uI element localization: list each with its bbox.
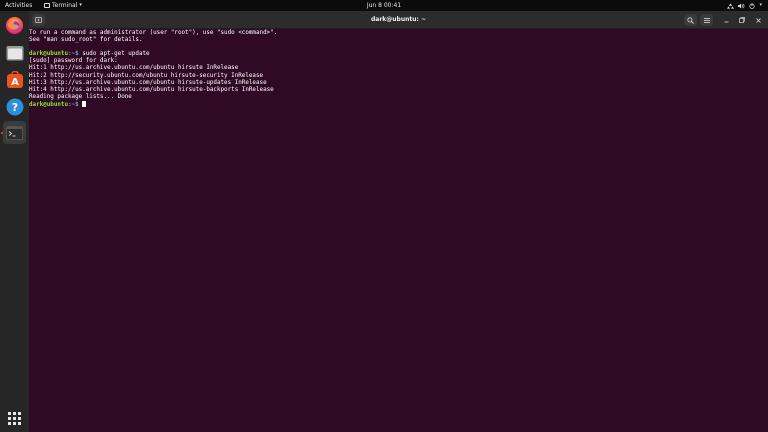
chevron-down-icon: ▾ [759,2,762,8]
files-icon [6,45,23,60]
dock-item-software[interactable]: A [3,68,26,91]
minimize-button[interactable] [720,14,732,26]
prompt-user: dark@ubuntu [29,51,69,58]
terminal-line: Reading package lists... Done [29,93,132,100]
terminal-window: dark@ubuntu: ~ To run a command as admin… [29,11,768,432]
running-indicator [1,132,3,134]
terminal-app-icon [44,3,50,8]
close-button[interactable] [752,14,764,26]
prompt-user: dark@ubuntu [29,101,69,108]
dock: A ? [0,11,29,432]
prompt-path: :~$ [68,101,79,108]
terminal-line: dark@ubuntu:~$ sudo apt-get update [29,51,768,58]
maximize-button[interactable] [736,14,748,26]
header-bar[interactable]: dark@ubuntu: ~ [29,11,768,29]
text-cursor [82,100,86,107]
terminal-line: Hit:3 http://us.archive.ubuntu.com/ubunt… [29,79,267,86]
search-button[interactable] [684,14,697,26]
dock-item-files[interactable] [3,41,26,64]
terminal-line: Hit:4 http://us.archive.ubuntu.com/ubunt… [29,86,274,93]
terminal-line: Hit:1 http://us.archive.ubuntu.com/ubunt… [29,65,239,72]
menu-button[interactable] [700,14,713,26]
chevron-down-icon: ▾ [79,2,82,8]
scrollbar[interactable] [763,29,768,432]
terminal-line: Hit:2 http://security.ubuntu.com/ubuntu … [29,72,264,79]
terminal-output[interactable]: To run a command as administrator (user … [29,29,768,432]
activities-button[interactable]: Activities [5,1,32,10]
terminal-icon [6,125,23,140]
dock-item-show-applications[interactable] [3,407,26,430]
terminal-line: [sudo] password for dark: [29,58,118,65]
svg-text:A: A [11,77,19,88]
clock[interactable]: Jun 8 00:41 [367,2,401,9]
firefox-icon [5,16,24,35]
dock-item-firefox[interactable] [3,14,26,37]
terminal-line: See "man sudo_root" for details. [29,37,143,44]
app-grid-icon [8,412,21,425]
system-tray[interactable]: ▾ [727,0,762,11]
terminal-line: dark@ubuntu:~$ [29,100,768,108]
hamburger-icon [703,17,710,23]
minimize-icon [724,21,728,22]
app-menu-label: Terminal [52,2,78,9]
dock-item-help[interactable]: ? [3,95,26,118]
software-icon: A [6,70,23,88]
command-text: sudo apt-get update [78,51,150,58]
prompt-path: :~$ [68,51,79,58]
svg-text:?: ? [11,101,17,114]
search-icon [687,16,694,24]
power-icon [749,2,756,9]
top-bar: Activities Terminal ▾ Jun 8 00:41 ▾ [0,0,768,11]
app-menu[interactable]: Terminal ▾ [44,1,82,10]
volume-icon [738,3,745,8]
dock-item-terminal[interactable] [3,121,26,144]
terminal-line: To run a command as administrator (user … [29,30,278,36]
window-title: dark@ubuntu: ~ [370,16,427,23]
network-icon [727,3,735,9]
restore-icon [739,17,745,23]
close-icon [755,17,761,23]
help-icon: ? [6,98,23,115]
